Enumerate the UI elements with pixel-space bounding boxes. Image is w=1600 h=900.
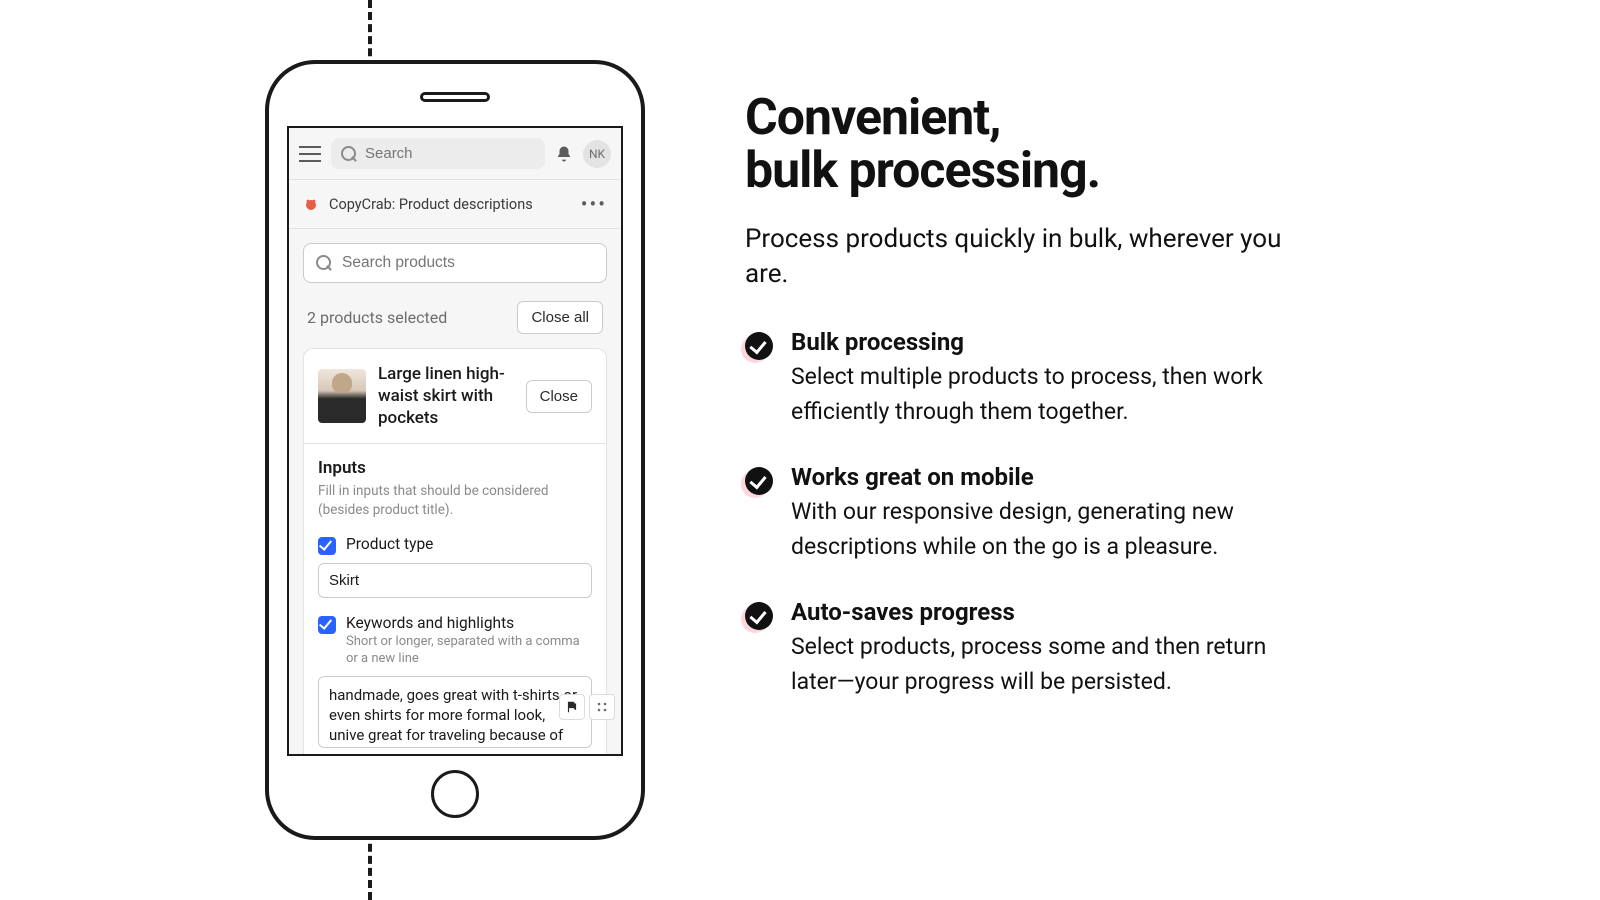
headline: Convenient, bulk processing. [745,92,1305,198]
feature-desc: With our responsive design, generating n… [791,495,1305,564]
search-icon [341,146,357,162]
product-search[interactable] [303,243,607,283]
search-icon [316,255,332,271]
menu-icon[interactable] [299,146,321,162]
keywords-help: Short or longer, separated with a comma … [346,634,592,668]
product-title: Large linen high-waist skirt with pocket… [378,363,514,429]
close-all-button[interactable]: Close all [517,301,603,334]
product-type-input[interactable] [318,563,592,598]
flag-icon[interactable] [559,694,585,720]
selection-bar: 2 products selected Close all [303,283,607,348]
selection-count: 2 products selected [307,308,447,327]
inputs-help: Fill in inputs that should be considered… [318,482,592,518]
top-bar: NK [289,128,621,179]
avatar[interactable]: NK [583,140,611,168]
crab-icon [303,196,319,212]
phone-speaker [420,92,490,102]
product-type-checkbox[interactable] [318,537,336,555]
drag-handle-icon[interactable] [589,694,615,720]
feature-title: Bulk processing [791,328,1305,356]
keywords-input[interactable]: handmade, goes great with t-shirts or ev… [318,676,592,748]
feature-title: Works great on mobile [791,463,1305,491]
feature-bulk: Bulk processing Select multiple products… [745,328,1305,429]
phone-mockup: NK CopyCrab: Product descriptions ••• [265,60,645,840]
product-type-label: Product type [346,535,592,553]
more-icon[interactable]: ••• [581,192,607,216]
app-title: CopyCrab: Product descriptions [329,196,533,213]
product-search-input[interactable] [342,254,594,272]
feature-desc: Select products, process some and then r… [791,630,1305,699]
subhead: Process products quickly in bulk, wherev… [745,222,1305,292]
feature-title: Auto-saves progress [791,598,1305,626]
global-search[interactable] [331,138,545,169]
keywords-checkbox[interactable] [318,616,336,634]
marketing-copy: Convenient, bulk processing. Process pro… [745,92,1305,733]
app-screen: NK CopyCrab: Product descriptions ••• [287,126,623,756]
app-bar: CopyCrab: Product descriptions ••• [289,179,621,229]
product-thumbnail [318,369,366,423]
global-search-input[interactable] [365,145,535,162]
feature-desc: Select multiple products to process, the… [791,360,1305,429]
phone-home-button [431,770,479,818]
notifications-icon[interactable] [555,145,573,163]
close-button[interactable]: Close [526,380,592,413]
check-circle-icon [745,602,773,630]
inputs-heading: Inputs [318,458,592,478]
feature-mobile: Works great on mobile With our responsiv… [745,463,1305,564]
feature-autosave: Auto-saves progress Select products, pro… [745,598,1305,699]
check-circle-icon [745,332,773,360]
check-circle-icon [745,467,773,495]
keywords-label: Keywords and highlights [346,614,592,632]
